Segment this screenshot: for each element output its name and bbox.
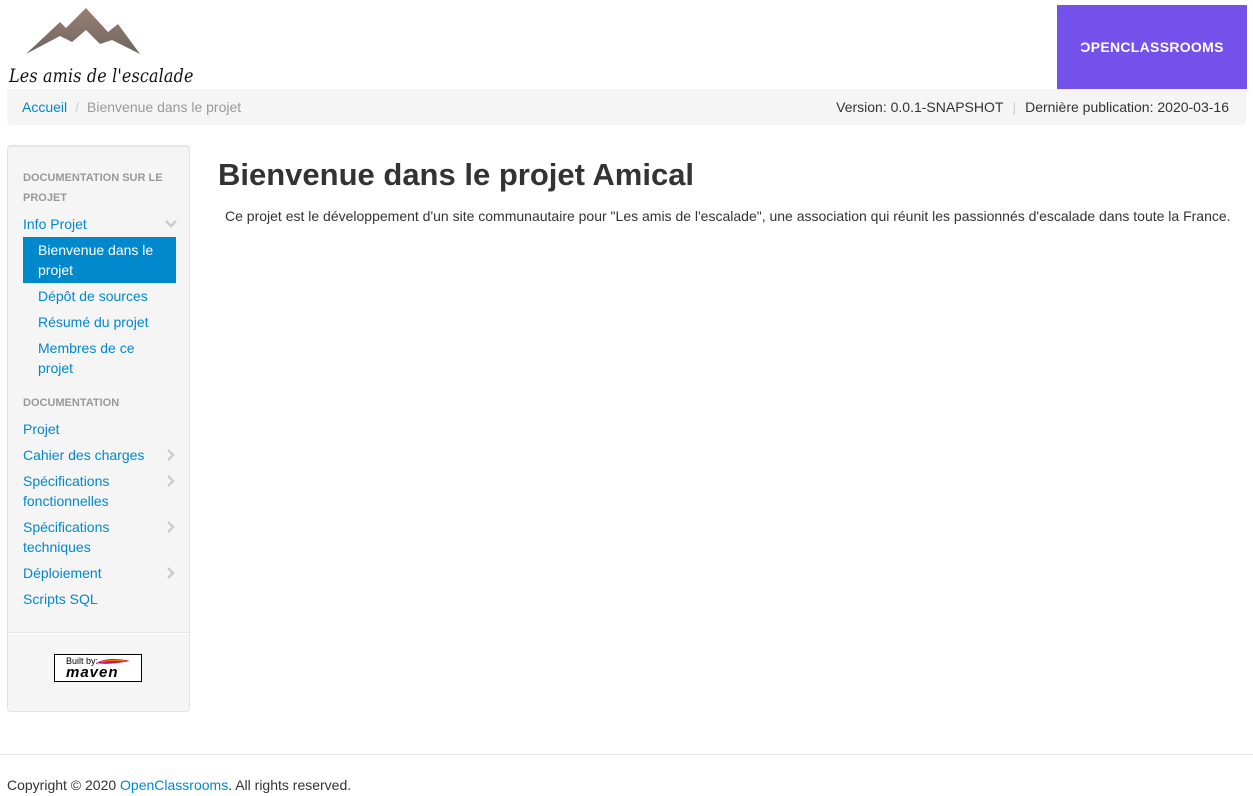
nav-item-projet[interactable]: Projet <box>23 419 177 439</box>
nav-header-project-docs: DOCUMENTATION SUR LE PROJET <box>23 172 163 204</box>
sidebar-nav: DOCUMENTATION SUR LE PROJET Info Projet … <box>7 145 190 712</box>
nav-item-deploiement[interactable]: Déploiement <box>23 563 177 583</box>
nav-item-specs-fonctionnelles[interactable]: Spécifications fonctionnelles <box>23 471 177 511</box>
footer-divider <box>0 754 1253 755</box>
copyright-suffix: . All rights reserved. <box>228 777 352 793</box>
chevron-down-icon <box>165 220 177 228</box>
publish-info: Version: 0.0.1-SNAPSHOT | Dernière publica… <box>836 99 1229 115</box>
nav-item-label: Scripts SQL <box>23 591 98 607</box>
nav-item-label: Spécifications fonctionnelles <box>23 473 110 509</box>
nav-item-label: Spécifications techniques <box>23 519 110 555</box>
chevron-right-icon <box>167 475 175 487</box>
project-version: Version: 0.0.1-SNAPSHOT <box>836 99 1004 115</box>
page-intro-paragraph: Ce projet est le développement d'un site… <box>225 208 1231 224</box>
breadcrumb-bar: Accueil / Bienvenue dans le projet Versi… <box>7 89 1246 125</box>
nav-item-label: Cahier des charges <box>23 447 145 463</box>
nav-item-depot-sources[interactable]: Dépôt de sources <box>23 286 176 306</box>
breadcrumb-current: Bienvenue dans le projet <box>87 99 242 115</box>
maven-wordmark: maven <box>66 664 119 681</box>
nav-item-label: Info Projet <box>23 216 87 232</box>
nav-item-membres[interactable]: Membres de ce projet <box>23 338 176 378</box>
chevron-right-icon <box>167 521 175 533</box>
openclassrooms-logo[interactable]: ƆPENCLASSROOMS <box>1057 5 1247 89</box>
site-logo[interactable]: Les amis de l'escalade <box>8 6 193 88</box>
chevron-right-icon <box>167 567 175 579</box>
nav-item-specs-techniques[interactable]: Spécifications techniques <box>23 517 177 557</box>
nav-item-label: Projet <box>23 421 60 437</box>
openclassrooms-logo-text: ƆPENCLASSROOMS <box>1080 39 1224 55</box>
breadcrumb: Accueil / Bienvenue dans le projet <box>22 99 241 115</box>
publish-info-separator: | <box>1012 99 1017 115</box>
last-published-date: Dernière publication: 2020-03-16 <box>1025 99 1229 115</box>
nav-item-scripts-sql[interactable]: Scripts SQL <box>23 589 177 609</box>
site-logo-text: Les amis de l'escalade <box>9 65 194 87</box>
nav-item-label: Dépôt de sources <box>38 288 148 304</box>
mountain-logo-icon <box>26 8 140 54</box>
nav-header-documentation: DOCUMENTATION <box>23 397 120 409</box>
nav-item-info-projet[interactable]: Info Projet <box>23 214 177 234</box>
nav-item-label: Déploiement <box>23 565 102 581</box>
nav-item-label: Résumé du projet <box>38 314 149 330</box>
sidebar-divider <box>8 632 189 634</box>
chevron-right-icon <box>167 449 175 461</box>
openclassrooms-footer-link[interactable]: OpenClassrooms <box>120 777 228 793</box>
breadcrumb-separator: / <box>75 99 80 115</box>
nav-item-label: Membres de ce projet <box>38 340 135 376</box>
nav-item-label: Bienvenue dans le projet <box>38 242 154 278</box>
nav-item-resume-projet[interactable]: Résumé du projet <box>23 312 176 332</box>
copyright-prefix: Copyright © 2020 <box>7 777 121 793</box>
breadcrumb-home-link[interactable]: Accueil <box>22 99 67 115</box>
nav-item-cahier-des-charges[interactable]: Cahier des charges <box>23 445 177 465</box>
footer-copyright: Copyright © 2020 OpenClassrooms. All rig… <box>7 777 351 793</box>
nav-item-bienvenue[interactable]: Bienvenue dans le projet <box>23 237 176 283</box>
built-by-maven-badge[interactable]: Built by: maven <box>54 654 142 682</box>
page-title: Bienvenue dans le projet Amical <box>218 157 695 192</box>
site-header: Les amis de l'escalade ƆPENCLASSROOMS <box>0 0 1253 89</box>
